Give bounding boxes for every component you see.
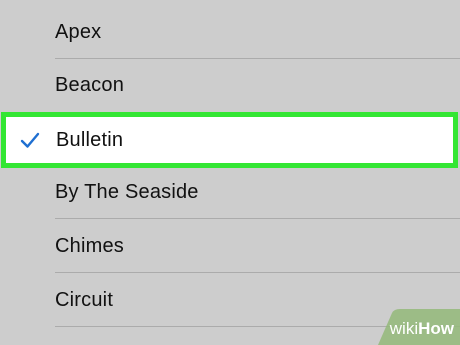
watermark-text: wikiHow	[390, 319, 454, 339]
checkmark-icon	[20, 130, 40, 150]
watermark-wiki: wiki	[389, 319, 419, 338]
list-item-label: Chimes	[55, 235, 124, 257]
list-item-beacon[interactable]: Beacon	[0, 59, 460, 112]
ringtone-list: Apex Beacon Bulletin By The Seaside Chim…	[0, 0, 460, 345]
list-item-label: Circuit	[55, 289, 114, 311]
list-item-label: By The Seaside	[55, 181, 199, 203]
list-item-label: Beacon	[55, 74, 125, 96]
list-item-by-the-seaside[interactable]: By The Seaside	[0, 166, 460, 219]
wikihow-watermark: wikiHow	[372, 309, 460, 345]
row-divider	[55, 218, 460, 219]
row-divider	[55, 272, 460, 273]
list-item-label: Bulletin	[56, 128, 124, 151]
list-item-bulletin[interactable]: Bulletin	[1, 112, 458, 168]
list-item-chimes[interactable]: Chimes	[0, 220, 460, 273]
list-item-label: Apex	[55, 21, 102, 43]
watermark-how: How	[418, 319, 454, 338]
list-item-apex[interactable]: Apex	[0, 6, 460, 59]
